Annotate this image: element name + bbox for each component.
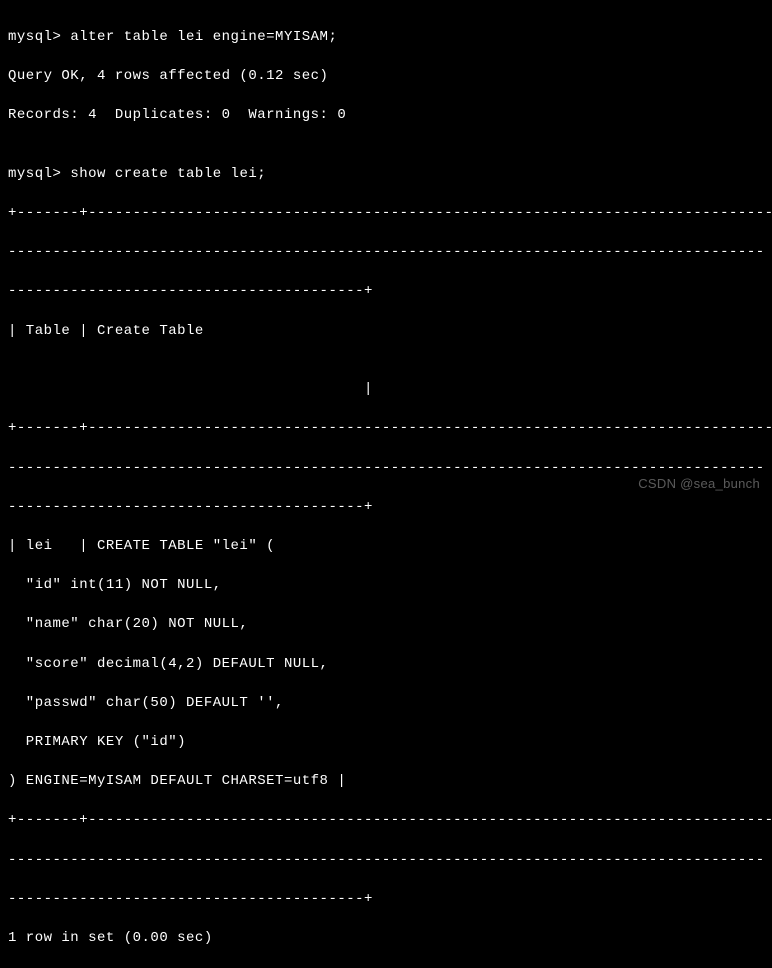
show-create-command: show create table lei;	[70, 166, 266, 182]
table-border: ----------------------------------------…	[8, 243, 764, 263]
csdn-watermark: CSDN @sea_bunch	[638, 475, 760, 493]
table-data-row: | lei | CREATE TABLE "lei" (	[8, 537, 764, 557]
mysql-prompt: mysql>	[8, 29, 70, 45]
table-border: ----------------------------------------…	[8, 282, 764, 302]
table-header-row: | Table | Create Table	[8, 322, 764, 342]
table-data-row: PRIMARY KEY ("id")	[8, 733, 764, 753]
table-data-row: "score" decimal(4,2) DEFAULT NULL,	[8, 655, 764, 675]
query-result-line: Query OK, 4 rows affected (0.12 sec)	[8, 67, 764, 87]
records-result-line: Records: 4 Duplicates: 0 Warnings: 0	[8, 106, 764, 126]
table-data-row: "id" int(11) NOT NULL,	[8, 576, 764, 596]
table-border: +-------+-------------------------------…	[8, 204, 764, 224]
table-header-end: |	[8, 380, 764, 400]
rows-in-set-footer: 1 row in set (0.00 sec)	[8, 929, 764, 949]
alter-command: alter table lei engine=MYISAM;	[70, 29, 337, 45]
table-data-row: ) ENGINE=MyISAM DEFAULT CHARSET=utf8 |	[8, 772, 764, 792]
table-border: +-------+-------------------------------…	[8, 811, 764, 831]
table-data-row: "passwd" char(50) DEFAULT '',	[8, 694, 764, 714]
table-border: ----------------------------------------…	[8, 890, 764, 910]
command-line-2: mysql> show create table lei;	[8, 165, 764, 185]
table-data-row: "name" char(20) NOT NULL,	[8, 615, 764, 635]
command-line-1: mysql> alter table lei engine=MYISAM;	[8, 28, 764, 48]
mysql-prompt: mysql>	[8, 166, 70, 182]
table-border: +-------+-------------------------------…	[8, 419, 764, 439]
table-border: ----------------------------------------…	[8, 851, 764, 871]
